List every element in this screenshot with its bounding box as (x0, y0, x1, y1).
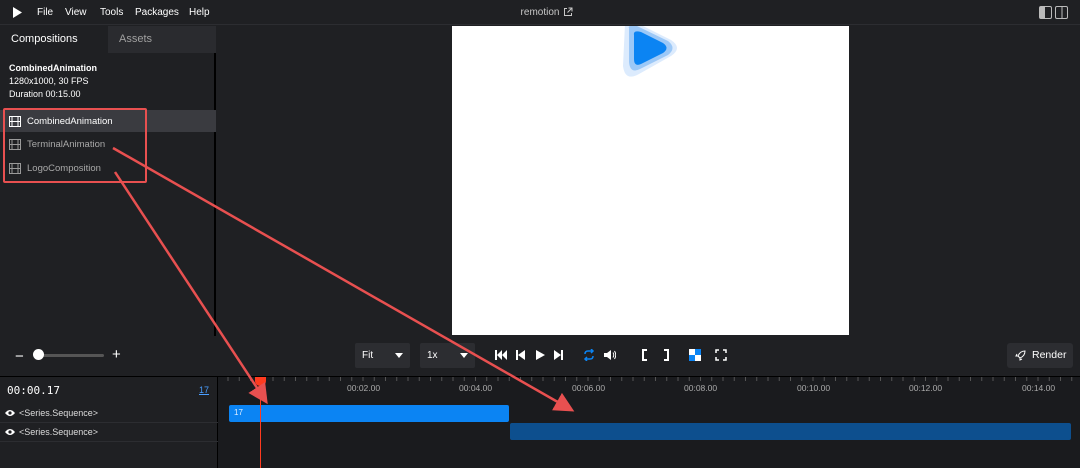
speed-select[interactable]: 1x (420, 343, 475, 368)
render-button[interactable]: Render (1007, 343, 1073, 368)
track-label: <Series.Sequence> (19, 408, 99, 418)
menu-view[interactable]: View (65, 0, 87, 25)
tab-assets[interactable]: Assets (108, 26, 216, 53)
menu-help[interactable]: Help (189, 0, 210, 25)
speed-select-value: 1x (427, 350, 438, 361)
zoom-slider[interactable] (37, 354, 104, 357)
track-label: <Series.Sequence> (19, 427, 99, 437)
frame-number[interactable]: 17 (199, 385, 209, 395)
fullscreen-icon[interactable] (715, 349, 727, 361)
ruler-tick-label: 00:02.00 (347, 383, 381, 393)
zoom-out-button[interactable]: − (15, 348, 24, 365)
chevron-down-icon (395, 353, 403, 358)
ruler-tick-label: 00:12.00 (909, 383, 943, 393)
sequence-bar[interactable] (510, 423, 1071, 440)
volume-icon[interactable] (604, 349, 616, 361)
sequence-bar[interactable] (229, 405, 509, 422)
out-point-icon[interactable] (659, 349, 671, 361)
playhead-handle[interactable] (255, 377, 266, 386)
ruler-tick-label: 00:04.00 (459, 383, 493, 393)
fit-select[interactable]: Fit (355, 343, 410, 368)
chevron-down-icon (460, 353, 468, 358)
menu-tools[interactable]: Tools (100, 0, 123, 25)
menu-packages[interactable]: Packages (135, 0, 179, 25)
remotion-logo-icon[interactable] (11, 6, 23, 19)
zoom-in-button[interactable]: + (112, 346, 121, 363)
window-title: remotion (520, 7, 560, 18)
tab-compositions[interactable]: Compositions (0, 26, 108, 53)
eye-icon[interactable] (5, 409, 15, 417)
external-link-icon[interactable] (563, 7, 573, 17)
toggle-right-panel-icon[interactable] (1055, 6, 1068, 19)
playhead[interactable] (260, 377, 261, 468)
step-back-icon[interactable] (515, 349, 527, 361)
ruler-tick-label: 00:06.00 (572, 383, 606, 393)
zoom-slider-thumb[interactable] (33, 349, 44, 360)
in-point-icon[interactable] (640, 349, 652, 361)
remotion-logo-preview (623, 26, 677, 77)
loop-icon[interactable] (583, 349, 595, 361)
play-icon[interactable] (534, 349, 546, 361)
composition-name: CombinedAnimation (9, 63, 97, 73)
composition-duration: Duration 00:15.00 (9, 89, 81, 99)
eye-icon[interactable] (5, 428, 15, 436)
toggle-left-panel-icon[interactable] (1039, 6, 1052, 19)
menu-file[interactable]: File (37, 0, 53, 25)
timecode: 00:00.17 (7, 384, 60, 397)
ruler-tick-label: 00:10.00 (797, 383, 831, 393)
render-label: Render (1032, 349, 1067, 361)
ruler-tick-label: 00:08.00 (684, 383, 718, 393)
annotation-highlight-box (3, 108, 147, 183)
step-forward-icon[interactable] (552, 349, 564, 361)
rocket-icon (1015, 350, 1026, 361)
composition-size-fps: 1280x1000, 30 FPS (9, 76, 89, 86)
fit-select-value: Fit (362, 350, 374, 361)
checkerboard-icon[interactable] (689, 349, 701, 361)
sequence-frame-label: 17 (234, 408, 243, 417)
jump-to-start-icon[interactable] (495, 349, 507, 361)
ruler-tick-label: 00:14.00 (1022, 383, 1056, 393)
